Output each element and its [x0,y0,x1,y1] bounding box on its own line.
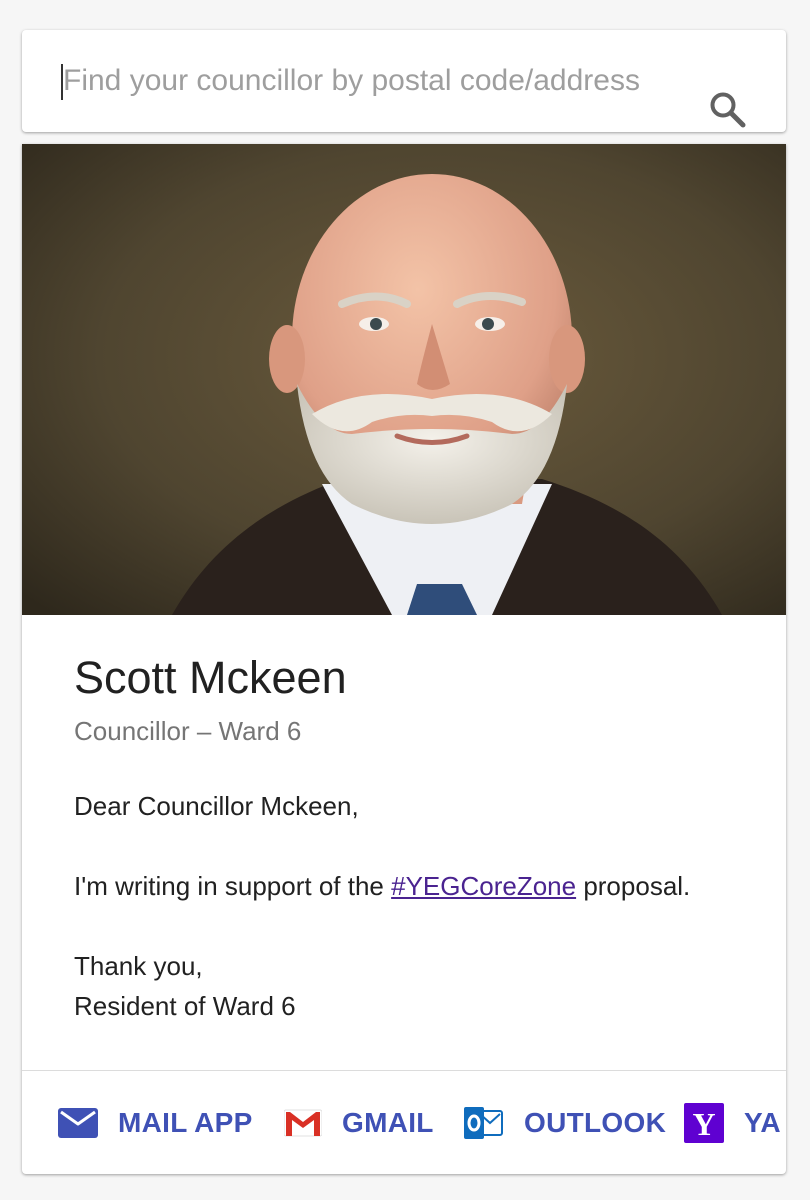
mail-app-button[interactable]: MAIL APP [58,1101,253,1145]
yahoo-label: YA [744,1107,781,1138]
letter-closing: Thank you, [74,951,203,981]
councillor-name: Scott Mckeen [74,652,347,703]
text-caret [61,64,63,100]
gmail-label: GMAIL [342,1107,434,1138]
svg-text:Y: Y [692,1106,715,1142]
gmail-button[interactable]: GMAIL [284,1101,434,1145]
letter-greeting: Dear Councillor Mckeen, [74,791,359,821]
yahoo-icon: Y [684,1103,724,1143]
hashtag-link[interactable]: #YEGCoreZone [391,871,576,901]
letter-message-end: proposal. [576,871,691,901]
outlook-label: OUTLOOK [524,1107,667,1138]
letter-body: Dear Councillor Mckeen, I'm writing in s… [74,786,754,1026]
search-bar [22,30,786,132]
search-icon[interactable] [708,90,748,130]
letter-signature: Resident of Ward 6 [74,991,296,1021]
councillor-card: Scott Mckeen Councillor – Ward 6 Dear Co… [22,144,786,1174]
letter-message: I'm writing in support of the #YEGCoreZo… [74,866,754,906]
councillor-role: Councillor – Ward 6 [74,716,302,746]
outlook-icon [464,1105,504,1141]
search-input[interactable] [60,52,703,110]
mail-envelope-icon [58,1108,98,1138]
email-options-bar: MAIL APP GMAIL OUTLOOK Y YA [22,1071,786,1174]
letter-message-start: I'm writing in support of the [74,871,392,901]
outlook-button[interactable]: OUTLOOK [464,1101,666,1145]
yahoo-button[interactable]: Y YA [684,1101,781,1145]
gmail-icon [284,1108,322,1138]
mail-app-label: MAIL APP [118,1107,253,1138]
councillor-photo [22,144,786,615]
